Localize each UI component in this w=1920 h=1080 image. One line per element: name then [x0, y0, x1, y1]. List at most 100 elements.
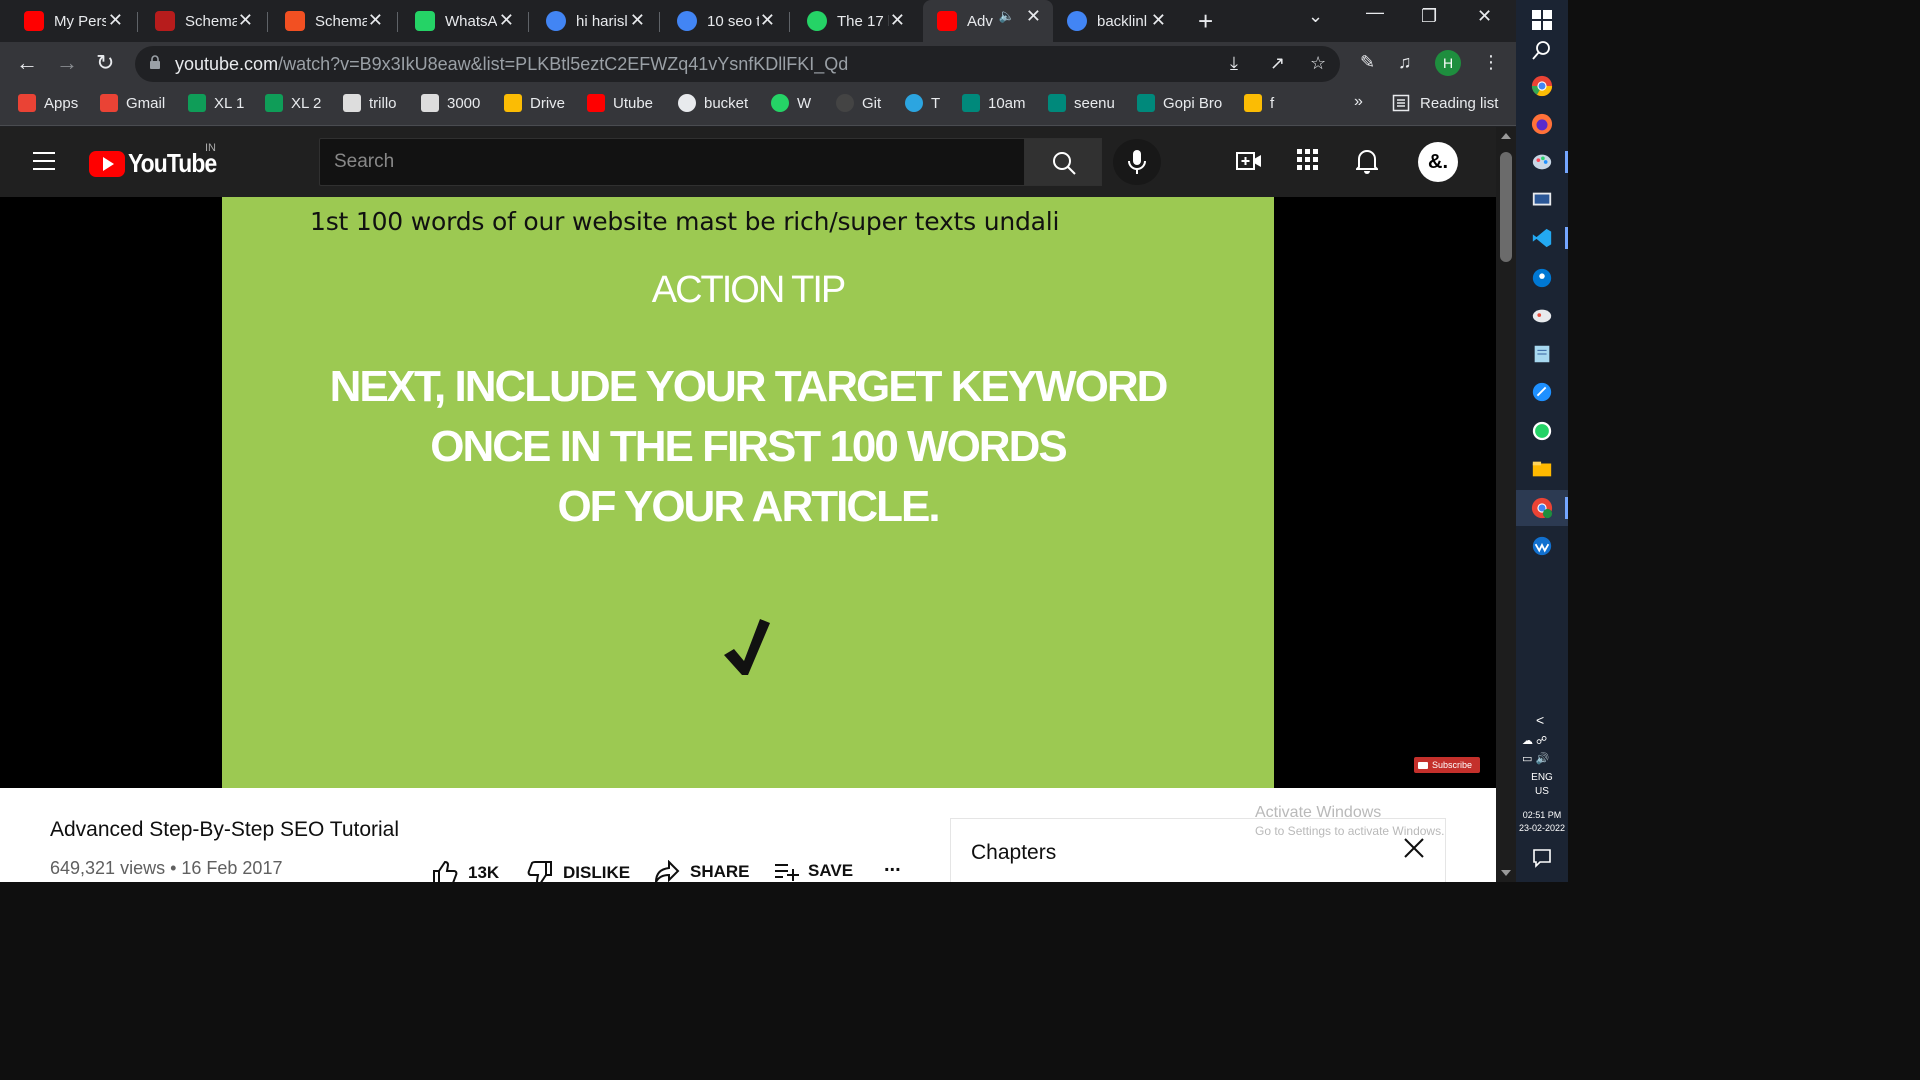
chrome-profile-taskbar-icon[interactable]	[1530, 496, 1554, 520]
bookmark-item[interactable]: f	[1244, 94, 1274, 112]
subscribe-watermark[interactable]: Subscribe	[1414, 757, 1480, 773]
more-bookmarks-button[interactable]: »	[1354, 93, 1363, 111]
browser-tab[interactable]: Schema ✕	[141, 4, 265, 38]
page-scrollbar[interactable]	[1496, 127, 1516, 882]
edge-taskbar-icon[interactable]	[1530, 380, 1554, 404]
forward-button[interactable]: →	[56, 50, 78, 76]
voice-search-button[interactable]	[1113, 139, 1161, 185]
reading-list-button[interactable]: Reading list	[1392, 94, 1498, 112]
firefox-taskbar-icon[interactable]	[1530, 112, 1554, 136]
input-language-indicator[interactable]: ENG US	[1516, 771, 1568, 799]
tray-icons[interactable]: ☁ ☍	[1522, 734, 1547, 747]
bookmark-item[interactable]: trillo	[343, 94, 397, 112]
browser-tab[interactable]: 10 seo t ✕	[663, 4, 787, 38]
close-tab-icon[interactable]: ✕	[1151, 11, 1166, 29]
bookmark-item[interactable]: T	[905, 94, 940, 112]
close-tab-icon[interactable]: ✕	[368, 11, 383, 29]
like-button[interactable]: 13K	[432, 860, 499, 882]
browser-tab[interactable]: hi harisl ✕	[532, 4, 657, 38]
menu-kebab-icon[interactable]: ⋮	[1482, 52, 1500, 73]
maps-taskbar-icon[interactable]	[1530, 266, 1554, 290]
webex-taskbar-icon[interactable]	[1530, 534, 1554, 558]
address-bar[interactable]: youtube.com/watch?v=B9x3IkU8eaw&list=PLK…	[135, 46, 1340, 82]
browser-tab[interactable]: My Pers ✕	[10, 4, 135, 38]
close-tab-icon[interactable]: ✕	[760, 11, 775, 29]
dislike-button[interactable]: DISLIKE	[527, 860, 630, 882]
bookmark-item[interactable]: seenu	[1048, 94, 1115, 112]
bookmark-item[interactable]: Apps	[18, 94, 78, 112]
close-tab-icon[interactable]: ✕	[630, 11, 645, 29]
browser-tab[interactable]: WhatsA ✕	[401, 4, 526, 38]
show-hidden-icons-chevron[interactable]: <	[1536, 712, 1544, 728]
bookmark-item[interactable]: bucket	[678, 94, 748, 112]
bookmark-star-icon[interactable]: ☆	[1310, 53, 1326, 74]
share-button[interactable]: SHARE	[654, 860, 750, 882]
windows-start-icon[interactable]	[1530, 8, 1554, 32]
close-icon[interactable]	[1403, 837, 1425, 859]
browser-tab[interactable]: Schema ✕	[271, 4, 395, 38]
windows-search-icon[interactable]	[1530, 38, 1554, 62]
close-tab-icon[interactable]: ✕	[499, 11, 514, 29]
restore-button[interactable]: ❐	[1421, 6, 1437, 27]
audio-playing-icon[interactable]: 🔈	[999, 8, 1015, 24]
bookmark-item[interactable]: XL 2	[265, 94, 321, 112]
bookmark-item[interactable]: Git	[836, 94, 881, 112]
url-text[interactable]: youtube.com/watch?v=B9x3IkU8eaw&list=PLK…	[175, 54, 848, 75]
bookmark-item[interactable]: 3000	[421, 94, 480, 112]
tab-separator	[528, 12, 529, 32]
lock-icon[interactable]	[149, 55, 161, 69]
youtube-logo[interactable]: YouTube IN	[89, 142, 228, 179]
tab-search-chevron-icon[interactable]: ⌄	[1308, 6, 1323, 27]
scroll-up-arrow-icon[interactable]	[1501, 133, 1511, 139]
chrome-taskbar-icon[interactable]	[1530, 74, 1554, 98]
close-tab-icon[interactable]: ✕	[238, 11, 253, 29]
close-window-button[interactable]: ✕	[1477, 6, 1492, 27]
dislike-label: DISLIKE	[563, 863, 631, 882]
browser-tab[interactable]: Adv 🔈 ✕	[923, 0, 1053, 42]
create-video-icon[interactable]	[1236, 149, 1262, 173]
share-icon[interactable]: ↗	[1270, 53, 1285, 74]
bookmark-item[interactable]: Drive	[504, 94, 565, 112]
search-input[interactable]	[320, 139, 1024, 185]
bookmark-item[interactable]: W	[771, 94, 811, 112]
vscode-taskbar-icon[interactable]	[1530, 226, 1554, 250]
reload-button[interactable]: ↻	[96, 50, 114, 76]
notifications-bell-icon[interactable]	[1356, 148, 1378, 174]
hamburger-menu-icon[interactable]	[33, 152, 55, 176]
save-button[interactable]: SAVE	[774, 860, 853, 882]
back-button[interactable]: ←	[16, 50, 38, 76]
bookmark-item[interactable]: XL 1	[188, 94, 244, 112]
bookmark-item[interactable]: 10am	[962, 94, 1026, 112]
profile-avatar[interactable]: H	[1435, 50, 1461, 76]
system-clock[interactable]: 02:51 PM 23-02-2022	[1516, 809, 1568, 835]
close-tab-icon[interactable]: ✕	[108, 11, 123, 29]
notification-center-icon[interactable]	[1530, 846, 1554, 870]
paint-taskbar-icon[interactable]	[1530, 150, 1554, 174]
media-control-icon[interactable]: ♫	[1398, 52, 1412, 73]
search-button[interactable]	[1024, 138, 1102, 186]
close-tab-icon[interactable]: ✕	[1026, 7, 1041, 25]
minimize-button[interactable]: —	[1366, 2, 1384, 23]
notepad-taskbar-icon[interactable]	[1530, 342, 1554, 366]
bookmark-item[interactable]: Utube	[587, 94, 653, 112]
install-app-icon[interactable]: ⤓	[1230, 53, 1238, 74]
screenshot-tool-taskbar-icon[interactable]	[1530, 188, 1554, 212]
browser-tab[interactable]: The 17 l ✕	[793, 4, 917, 38]
extensions-icon[interactable]: ✎	[1360, 52, 1375, 73]
whatsapp-taskbar-icon[interactable]	[1530, 419, 1554, 443]
bookmark-item[interactable]: Gopi Bro	[1137, 94, 1222, 112]
network-volume-icons[interactable]: ▭ 🔊	[1522, 752, 1549, 765]
account-avatar[interactable]: &.	[1418, 142, 1458, 182]
paint3d-taskbar-icon[interactable]	[1530, 304, 1554, 328]
apps-grid-icon[interactable]	[1297, 149, 1319, 171]
new-tab-button[interactable]: +	[1198, 6, 1213, 37]
google-icon	[677, 11, 697, 31]
scroll-down-arrow-icon[interactable]	[1501, 870, 1511, 876]
browser-tab[interactable]: backlinl ✕	[1053, 4, 1178, 38]
scrollbar-thumb[interactable]	[1500, 152, 1512, 262]
video-player[interactable]: 1st 100 words of our website mast be ric…	[0, 197, 1496, 788]
file-explorer-taskbar-icon[interactable]	[1530, 457, 1554, 481]
more-actions-button[interactable]: ...	[884, 854, 901, 877]
close-tab-icon[interactable]: ✕	[890, 11, 905, 29]
bookmark-item[interactable]: Gmail	[100, 94, 165, 112]
